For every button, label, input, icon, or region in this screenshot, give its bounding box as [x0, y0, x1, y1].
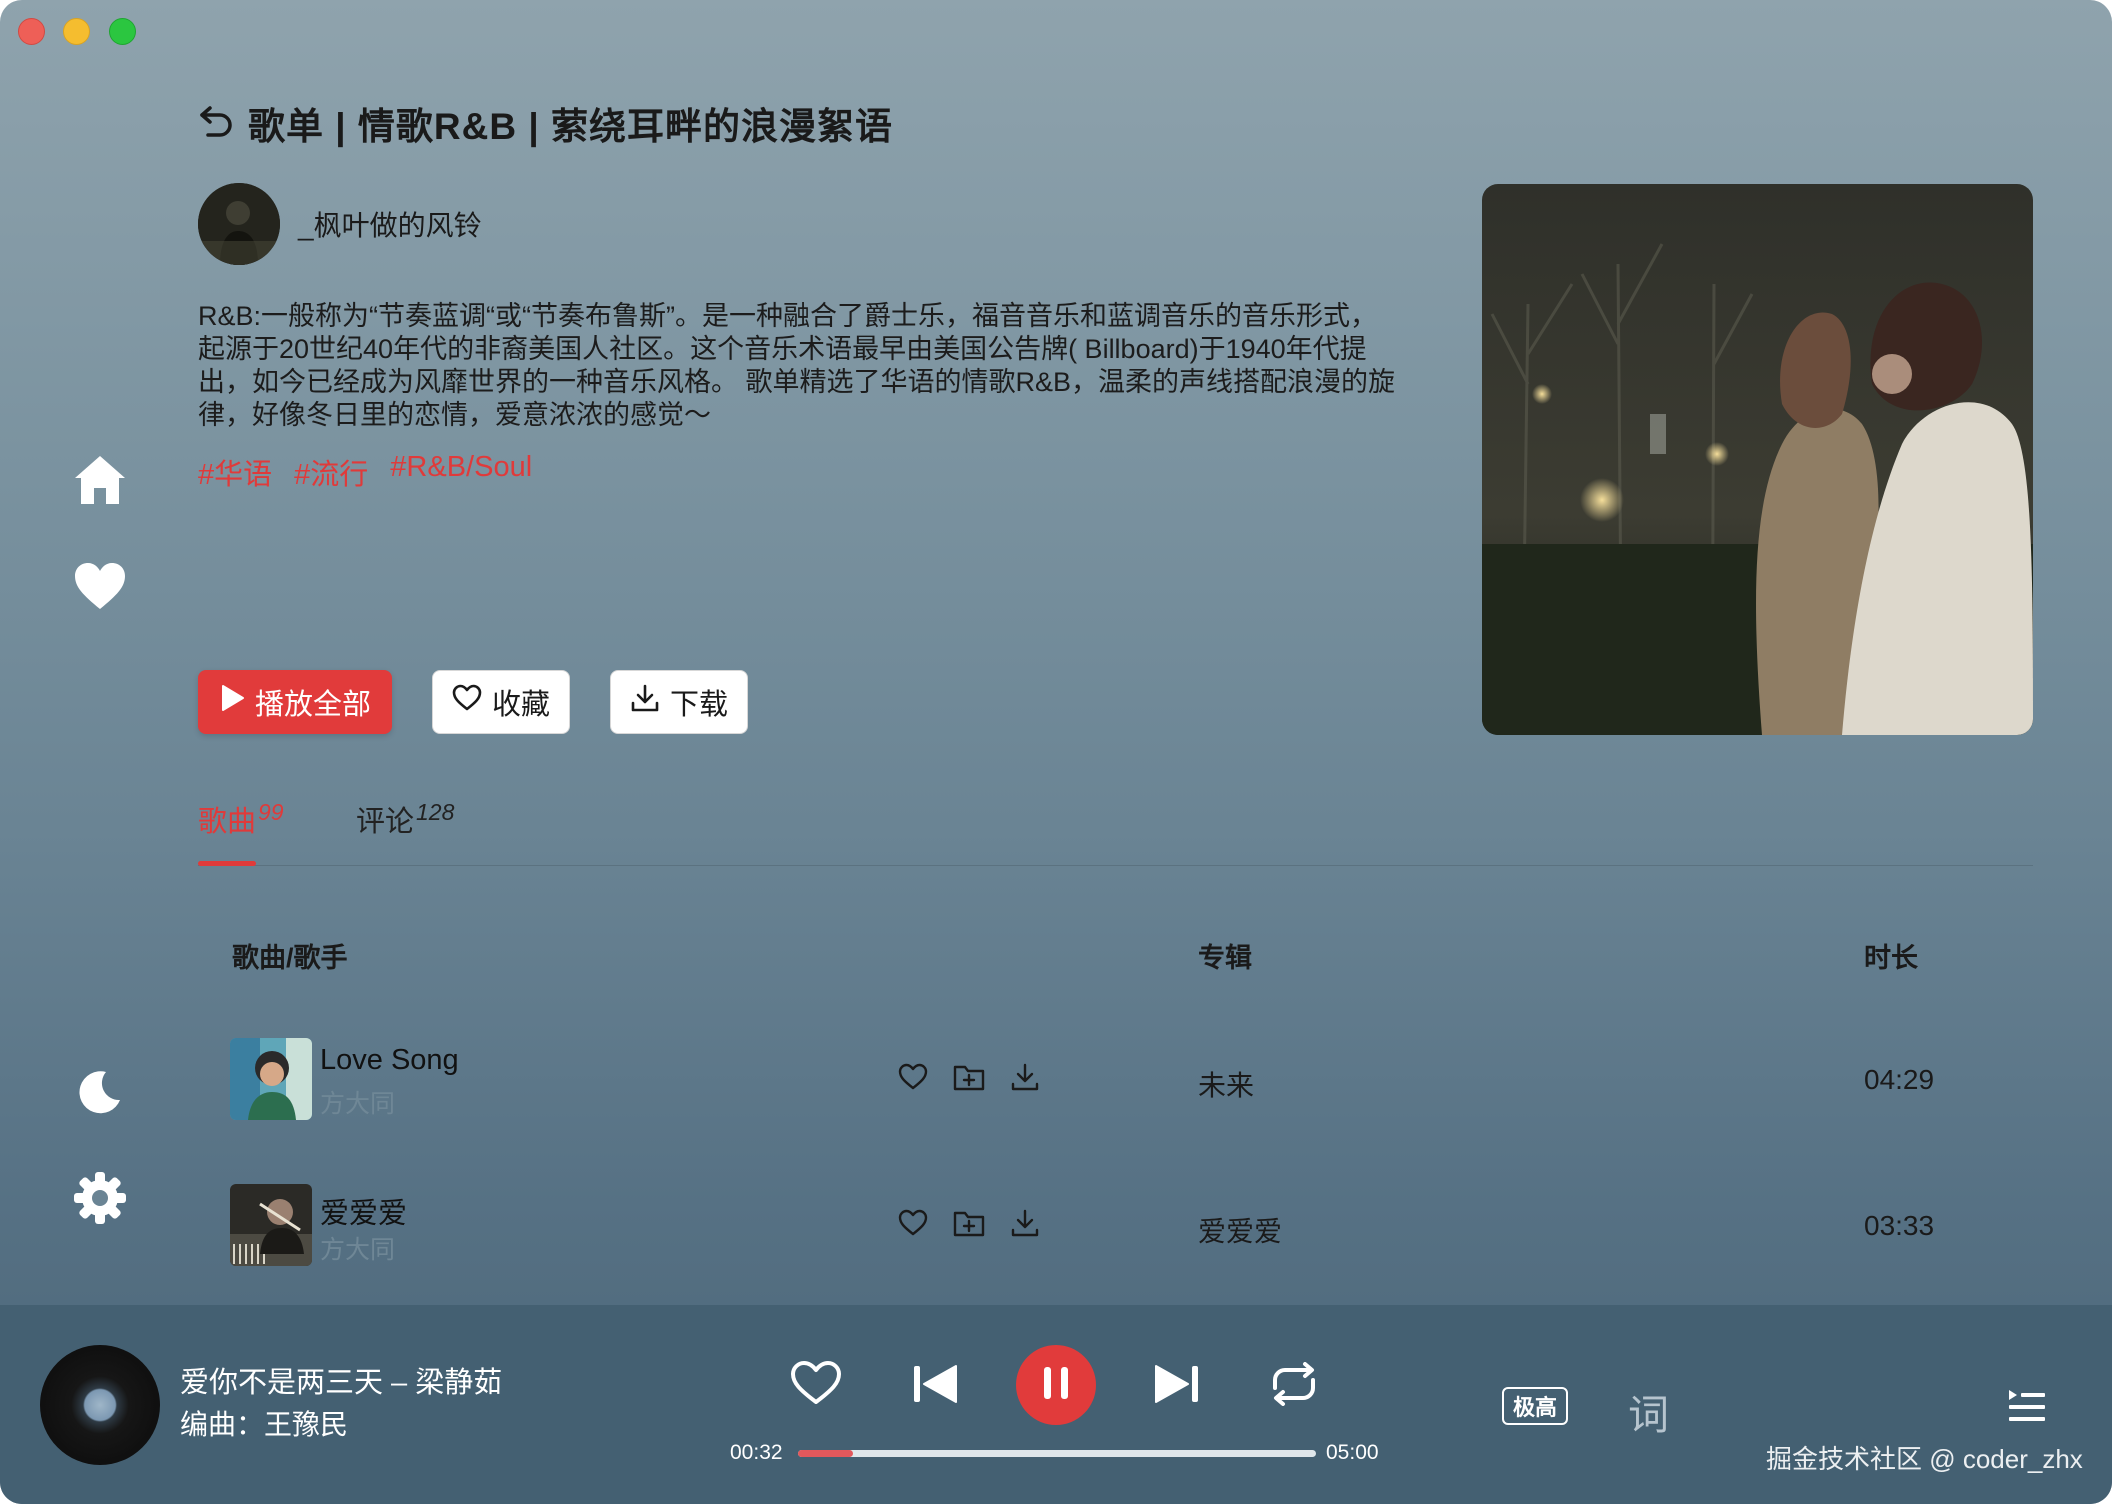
tab-songs-count: 99: [258, 799, 284, 826]
playlist-icon[interactable]: [2006, 1385, 2048, 1427]
download-icon[interactable]: [1008, 1206, 1042, 1240]
home-icon[interactable]: [70, 450, 130, 510]
page-title: 歌单 | 情歌R&B | 萦绕耳畔的浪漫絮语: [198, 96, 893, 150]
download-icon[interactable]: [1008, 1060, 1042, 1094]
tab-comments-label: 评论: [356, 806, 415, 838]
window-close-button[interactable]: [18, 18, 45, 45]
download-button[interactable]: 下载: [610, 670, 748, 734]
repeat-icon[interactable]: [1266, 1359, 1322, 1409]
heart-outline-icon[interactable]: [896, 1206, 930, 1240]
heart-outline-icon[interactable]: [896, 1060, 930, 1094]
song-album[interactable]: 爱爱爱: [1198, 1210, 1282, 1250]
song-thumbnail: [230, 1184, 312, 1266]
total-time: 05:00: [1326, 1441, 1379, 1464]
back-arrow-icon[interactable]: [198, 104, 234, 143]
pause-icon: [1041, 1365, 1071, 1406]
song-artist[interactable]: 方大同: [320, 1230, 395, 1266]
gear-icon[interactable]: [70, 1168, 130, 1228]
table-row[interactable]: 爱爱爱 方大同 爱爱爱 03:33: [230, 1184, 2010, 1268]
row-actions: [896, 1060, 1042, 1094]
avatar[interactable]: [198, 183, 280, 265]
tag-chinese[interactable]: #华语: [198, 451, 272, 493]
add-folder-icon[interactable]: [952, 1060, 986, 1094]
active-tab-indicator: [198, 861, 256, 866]
skip-previous-icon[interactable]: [910, 1359, 960, 1409]
playlist-title: 歌单 | 情歌R&B | 萦绕耳畔的浪漫絮语: [248, 106, 893, 147]
lyrics-button[interactable]: 词: [1628, 1381, 1669, 1441]
column-header-duration: 时长: [1864, 943, 1918, 973]
moon-icon[interactable]: [70, 1062, 130, 1122]
song-thumbnail: [230, 1038, 312, 1120]
play-all-button[interactable]: 播放全部: [198, 670, 392, 734]
download-label: 下载: [669, 689, 728, 721]
collect-label: 收藏: [491, 689, 550, 721]
creator-name[interactable]: _枫叶做的风铃: [298, 204, 482, 244]
song-title[interactable]: 爱爱爱: [320, 1190, 407, 1232]
song-duration: 04:29: [1864, 1064, 1935, 1095]
player-bar: 爱你不是两三天 – 梁静茹 编曲：王豫民 00:32 05:00 极高 词 掘金…: [0, 1305, 2112, 1504]
tag-list: #华语 #流行 #R&B/Soul: [198, 451, 532, 493]
collect-button[interactable]: 收藏: [432, 670, 570, 734]
window-minimize-button[interactable]: [63, 18, 90, 45]
song-title[interactable]: Love Song: [320, 1044, 459, 1077]
quality-button[interactable]: 极高: [1502, 1387, 1568, 1425]
column-header-song: 歌曲/歌手: [232, 943, 348, 973]
playlist-creator[interactable]: _枫叶做的风铃: [198, 183, 482, 265]
table-row[interactable]: Love Song 方大同 未来 04:29: [230, 1038, 2010, 1122]
tab-songs-label: 歌曲: [198, 806, 257, 838]
column-header-album: 专辑: [1198, 943, 1252, 973]
window-zoom-button[interactable]: [109, 18, 136, 45]
playlist-cover-image: [1482, 184, 2033, 735]
tab-songs[interactable]: 歌曲99: [198, 798, 284, 840]
app-window: 歌单 | 情歌R&B | 萦绕耳畔的浪漫絮语 _枫叶做的风铃 R&B:一般称为“…: [0, 0, 2112, 1504]
row-actions: [896, 1206, 1042, 1240]
play-all-label: 播放全部: [254, 689, 371, 721]
song-artist[interactable]: 方大同: [320, 1084, 395, 1120]
progress-fill: [798, 1450, 854, 1457]
progress-slider[interactable]: [798, 1450, 1316, 1457]
tab-comments-count: 128: [416, 799, 455, 826]
now-playing-title[interactable]: 爱你不是两三天 – 梁静茹: [180, 1359, 502, 1401]
content-tabs: 歌曲99 评论128: [198, 798, 2033, 866]
playlist-description: R&B:一般称为“节奏蓝调“或“节奏布鲁斯”。是一种融合了爵士乐，福音音乐和蓝调…: [198, 301, 1396, 430]
tab-comments[interactable]: 评论128: [356, 798, 454, 840]
playlist-actions: 播放全部 收藏 下载: [198, 670, 748, 734]
pause-button[interactable]: [1016, 1345, 1096, 1425]
heart-icon[interactable]: [70, 556, 130, 616]
song-duration: 03:33: [1864, 1210, 1935, 1241]
heart-outline-icon: [452, 684, 482, 720]
watermark-text: 掘金技术社区 @ coder_zhx: [1766, 1444, 2083, 1474]
heart-outline-icon[interactable]: [788, 1357, 844, 1409]
tag-rnb-soul[interactable]: #R&B/Soul: [390, 451, 532, 493]
current-time: 00:32: [730, 1441, 783, 1464]
download-icon: [630, 683, 660, 721]
tag-pop[interactable]: #流行: [294, 451, 368, 493]
skip-next-icon[interactable]: [1152, 1359, 1202, 1409]
now-playing-disc[interactable]: [40, 1345, 160, 1465]
play-icon: [219, 684, 245, 720]
song-album[interactable]: 未来: [1198, 1064, 1254, 1104]
add-folder-icon[interactable]: [952, 1206, 986, 1240]
now-playing-subtitle: 编曲：王豫民: [180, 1409, 349, 1440]
